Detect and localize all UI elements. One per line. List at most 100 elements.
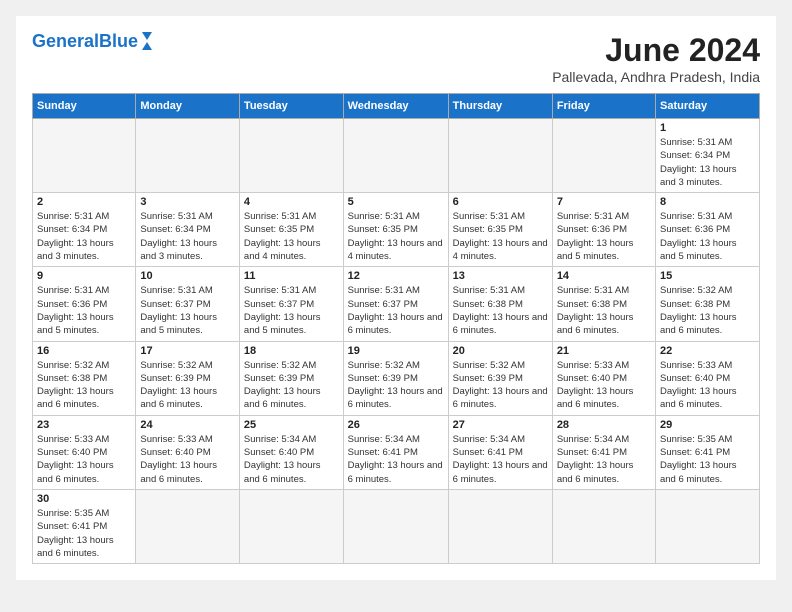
calendar-cell: 18 Sunrise: 5:32 AM Sunset: 6:39 PM Dayli… bbox=[239, 341, 343, 415]
calendar-cell: 12 Sunrise: 5:31 AM Sunset: 6:37 PM Dayli… bbox=[343, 267, 448, 341]
day-info: Sunrise: 5:31 AM Sunset: 6:37 PM Dayligh… bbox=[348, 284, 444, 337]
calendar-cell bbox=[343, 119, 448, 193]
day-info: Sunrise: 5:34 AM Sunset: 6:41 PM Dayligh… bbox=[557, 433, 651, 486]
header-wednesday: Wednesday bbox=[343, 94, 448, 119]
calendar-cell: 27 Sunrise: 5:34 AM Sunset: 6:41 PM Dayli… bbox=[448, 415, 552, 489]
day-number: 20 bbox=[453, 345, 548, 357]
day-number: 8 bbox=[660, 196, 755, 208]
day-info: Sunrise: 5:33 AM Sunset: 6:40 PM Dayligh… bbox=[557, 359, 651, 412]
calendar-cell bbox=[655, 489, 759, 563]
calendar-cell bbox=[136, 119, 240, 193]
calendar-cell: 16 Sunrise: 5:32 AM Sunset: 6:38 PM Dayli… bbox=[33, 341, 136, 415]
day-number: 14 bbox=[557, 270, 651, 282]
day-info: Sunrise: 5:33 AM Sunset: 6:40 PM Dayligh… bbox=[140, 433, 235, 486]
calendar-cell: 13 Sunrise: 5:31 AM Sunset: 6:38 PM Dayli… bbox=[448, 267, 552, 341]
day-info: Sunrise: 5:31 AM Sunset: 6:34 PM Dayligh… bbox=[140, 210, 235, 263]
day-info: Sunrise: 5:31 AM Sunset: 6:34 PM Dayligh… bbox=[660, 136, 755, 189]
header-monday: Monday bbox=[136, 94, 240, 119]
day-number: 15 bbox=[660, 270, 755, 282]
day-number: 13 bbox=[453, 270, 548, 282]
day-info: Sunrise: 5:31 AM Sunset: 6:35 PM Dayligh… bbox=[453, 210, 548, 263]
day-number: 24 bbox=[140, 419, 235, 431]
calendar-cell bbox=[343, 489, 448, 563]
calendar-cell: 29Sunrise: 5:35 AM Sunset: 6:41 PM Dayli… bbox=[655, 415, 759, 489]
day-number: 6 bbox=[453, 196, 548, 208]
day-number: 10 bbox=[140, 270, 235, 282]
day-number: 9 bbox=[37, 270, 131, 282]
calendar-cell: 21 Sunrise: 5:33 AM Sunset: 6:40 PM Dayli… bbox=[552, 341, 655, 415]
calendar-cell: 25 Sunrise: 5:34 AM Sunset: 6:40 PM Dayli… bbox=[239, 415, 343, 489]
logo-blue: Blue bbox=[99, 31, 138, 51]
title-block: June 2024 Pallevada, Andhra Pradesh, Ind… bbox=[552, 32, 760, 85]
title-location: Pallevada, Andhra Pradesh, India bbox=[552, 69, 760, 85]
calendar-cell: 7Sunrise: 5:31 AM Sunset: 6:36 PM Daylig… bbox=[552, 193, 655, 267]
day-number: 3 bbox=[140, 196, 235, 208]
day-number: 16 bbox=[37, 345, 131, 357]
calendar-cell: 23 Sunrise: 5:33 AM Sunset: 6:40 PM Dayli… bbox=[33, 415, 136, 489]
calendar-cell: 1 Sunrise: 5:31 AM Sunset: 6:34 PM Daylig… bbox=[655, 119, 759, 193]
calendar-cell: 20Sunrise: 5:32 AM Sunset: 6:39 PM Dayli… bbox=[448, 341, 552, 415]
calendar-cell: 22Sunrise: 5:33 AM Sunset: 6:40 PM Dayli… bbox=[655, 341, 759, 415]
day-number: 29 bbox=[660, 419, 755, 431]
calendar-cell bbox=[136, 489, 240, 563]
logo-text: GeneralBlue bbox=[32, 32, 138, 50]
day-info: Sunrise: 5:35 AM Sunset: 6:41 PM Dayligh… bbox=[37, 507, 131, 560]
logo-general: General bbox=[32, 31, 99, 51]
day-number: 17 bbox=[140, 345, 235, 357]
day-number: 28 bbox=[557, 419, 651, 431]
calendar-cell bbox=[239, 489, 343, 563]
calendar-cell: 4 Sunrise: 5:31 AM Sunset: 6:35 PM Daylig… bbox=[239, 193, 343, 267]
header-friday: Friday bbox=[552, 94, 655, 119]
day-number: 11 bbox=[244, 270, 339, 282]
header-tuesday: Tuesday bbox=[239, 94, 343, 119]
day-number: 26 bbox=[348, 419, 444, 431]
calendar-cell: 15Sunrise: 5:32 AM Sunset: 6:38 PM Dayli… bbox=[655, 267, 759, 341]
header-saturday: Saturday bbox=[655, 94, 759, 119]
header: GeneralBlue June 2024 Pallevada, Andhra … bbox=[32, 32, 760, 85]
day-number: 12 bbox=[348, 270, 444, 282]
calendar-week-row: 16 Sunrise: 5:32 AM Sunset: 6:38 PM Dayli… bbox=[33, 341, 760, 415]
header-sunday: Sunday bbox=[33, 94, 136, 119]
calendar-cell: 26Sunrise: 5:34 AM Sunset: 6:41 PM Dayli… bbox=[343, 415, 448, 489]
calendar-cell: 2Sunrise: 5:31 AM Sunset: 6:34 PM Daylig… bbox=[33, 193, 136, 267]
day-info: Sunrise: 5:31 AM Sunset: 6:37 PM Dayligh… bbox=[140, 284, 235, 337]
day-number: 23 bbox=[37, 419, 131, 431]
day-number: 30 bbox=[37, 493, 131, 505]
calendar-page: GeneralBlue June 2024 Pallevada, Andhra … bbox=[16, 16, 776, 580]
logo: GeneralBlue bbox=[32, 32, 152, 50]
day-info: Sunrise: 5:34 AM Sunset: 6:41 PM Dayligh… bbox=[453, 433, 548, 486]
calendar-table: Sunday Monday Tuesday Wednesday Thursday… bbox=[32, 93, 760, 564]
day-info: Sunrise: 5:34 AM Sunset: 6:40 PM Dayligh… bbox=[244, 433, 339, 486]
day-info: Sunrise: 5:31 AM Sunset: 6:38 PM Dayligh… bbox=[453, 284, 548, 337]
calendar-week-row: 2Sunrise: 5:31 AM Sunset: 6:34 PM Daylig… bbox=[33, 193, 760, 267]
calendar-cell: 24 Sunrise: 5:33 AM Sunset: 6:40 PM Dayli… bbox=[136, 415, 240, 489]
calendar-cell bbox=[552, 489, 655, 563]
day-info: Sunrise: 5:32 AM Sunset: 6:38 PM Dayligh… bbox=[37, 359, 131, 412]
day-number: 21 bbox=[557, 345, 651, 357]
day-info: Sunrise: 5:32 AM Sunset: 6:39 PM Dayligh… bbox=[348, 359, 444, 412]
day-info: Sunrise: 5:31 AM Sunset: 6:38 PM Dayligh… bbox=[557, 284, 651, 337]
calendar-week-row: 23 Sunrise: 5:33 AM Sunset: 6:40 PM Dayli… bbox=[33, 415, 760, 489]
calendar-cell bbox=[448, 119, 552, 193]
weekday-header-row: Sunday Monday Tuesday Wednesday Thursday… bbox=[33, 94, 760, 119]
day-number: 7 bbox=[557, 196, 651, 208]
day-number: 4 bbox=[244, 196, 339, 208]
day-number: 1 bbox=[660, 122, 755, 134]
day-number: 18 bbox=[244, 345, 339, 357]
calendar-week-row: 9Sunrise: 5:31 AM Sunset: 6:36 PM Daylig… bbox=[33, 267, 760, 341]
calendar-cell bbox=[239, 119, 343, 193]
day-number: 25 bbox=[244, 419, 339, 431]
calendar-cell: 6 Sunrise: 5:31 AM Sunset: 6:35 PM Daylig… bbox=[448, 193, 552, 267]
day-info: Sunrise: 5:31 AM Sunset: 6:36 PM Dayligh… bbox=[660, 210, 755, 263]
calendar-week-row: 30 Sunrise: 5:35 AM Sunset: 6:41 PM Dayli… bbox=[33, 489, 760, 563]
calendar-cell: 5Sunrise: 5:31 AM Sunset: 6:35 PM Daylig… bbox=[343, 193, 448, 267]
calendar-cell bbox=[552, 119, 655, 193]
day-info: Sunrise: 5:32 AM Sunset: 6:39 PM Dayligh… bbox=[244, 359, 339, 412]
day-info: Sunrise: 5:31 AM Sunset: 6:35 PM Dayligh… bbox=[348, 210, 444, 263]
day-info: Sunrise: 5:31 AM Sunset: 6:35 PM Dayligh… bbox=[244, 210, 339, 263]
calendar-cell: 28 Sunrise: 5:34 AM Sunset: 6:41 PM Dayli… bbox=[552, 415, 655, 489]
calendar-cell: 14 Sunrise: 5:31 AM Sunset: 6:38 PM Dayli… bbox=[552, 267, 655, 341]
day-number: 27 bbox=[453, 419, 548, 431]
calendar-cell bbox=[448, 489, 552, 563]
day-info: Sunrise: 5:33 AM Sunset: 6:40 PM Dayligh… bbox=[37, 433, 131, 486]
